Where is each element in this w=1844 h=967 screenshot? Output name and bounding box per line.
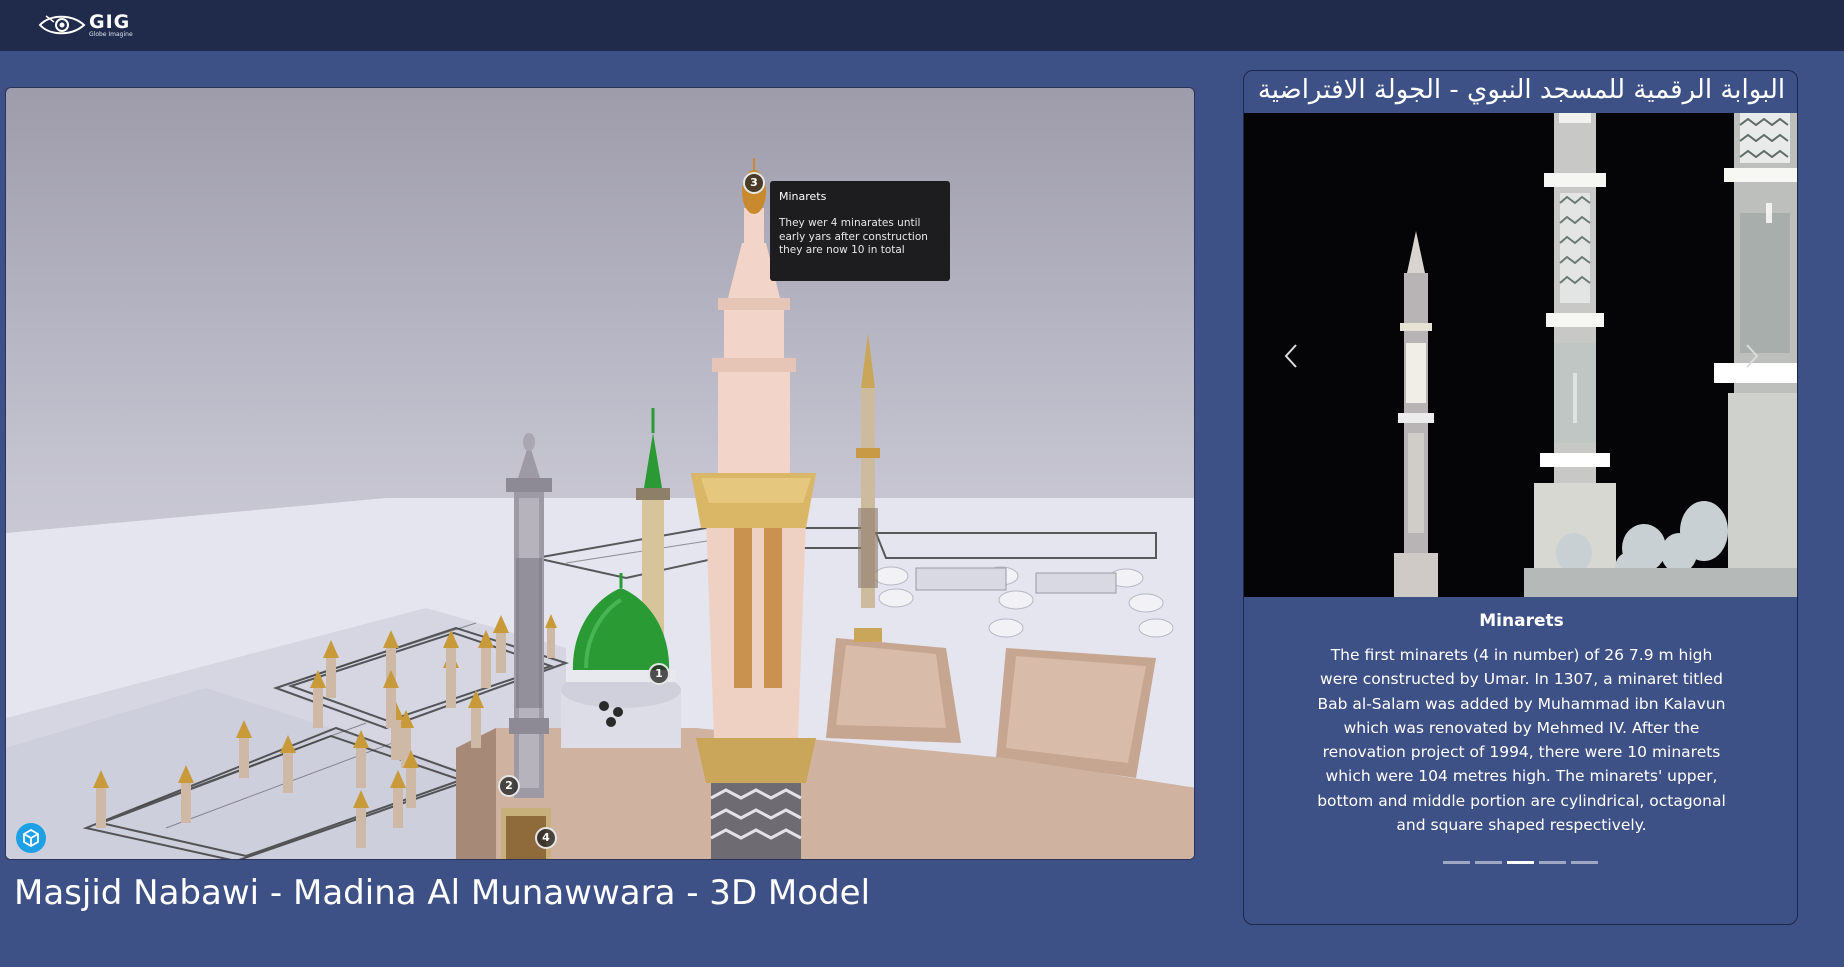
cube-icon bbox=[23, 829, 39, 847]
carousel-indicator-2[interactable] bbox=[1475, 861, 1502, 864]
viewer-logo-button[interactable] bbox=[16, 823, 46, 853]
carousel-indicator-3[interactable] bbox=[1507, 861, 1534, 864]
slide-title: Minarets bbox=[1479, 611, 1564, 631]
chevron-right-icon[interactable] bbox=[1737, 333, 1767, 379]
eye-logo-icon bbox=[38, 15, 86, 35]
hotspot-4[interactable]: 4 bbox=[535, 827, 557, 849]
mosque-3d-scene[interactable] bbox=[6, 88, 1195, 860]
model-viewer[interactable]: 1 2 3 4 Minarets They wer 4 minarates un… bbox=[5, 87, 1195, 860]
chevron-left-icon[interactable] bbox=[1276, 333, 1306, 379]
model-title: Masjid Nabawi - Madina Al Munawwara - 3D… bbox=[14, 873, 871, 913]
info-panel: البوابة الرقمية للمسجد النبوي - الجولة ا… bbox=[1243, 70, 1798, 925]
hotspot-3[interactable]: 3 bbox=[743, 172, 765, 194]
carousel-indicators bbox=[1443, 860, 1603, 866]
logo-wordmark: GIG bbox=[89, 11, 131, 33]
top-bar: GIG Globe Imagine bbox=[0, 0, 1844, 51]
logo-tagline: Globe Imagine bbox=[89, 31, 133, 38]
annotation-tooltip: Minarets They wer 4 minarates until earl… bbox=[770, 181, 950, 281]
hotspot-2[interactable]: 2 bbox=[498, 775, 520, 797]
carousel-indicator-5[interactable] bbox=[1571, 861, 1598, 864]
gig-logo[interactable]: GIG Globe Imagine bbox=[38, 9, 138, 41]
carousel-indicator-4[interactable] bbox=[1539, 861, 1566, 864]
panel-heading: البوابة الرقمية للمسجد النبوي - الجولة ا… bbox=[1257, 75, 1786, 105]
tooltip-body: They wer 4 minarates until early yars af… bbox=[779, 217, 928, 256]
slide-description: The first minarets (4 in number) of 26 7… bbox=[1317, 646, 1726, 835]
tooltip-title: Minarets bbox=[779, 190, 827, 203]
hotspot-1[interactable]: 1 bbox=[648, 663, 670, 685]
image-carousel[interactable] bbox=[1244, 113, 1797, 597]
minarets-photo bbox=[1244, 113, 1797, 597]
carousel-indicator-1[interactable] bbox=[1443, 861, 1470, 864]
